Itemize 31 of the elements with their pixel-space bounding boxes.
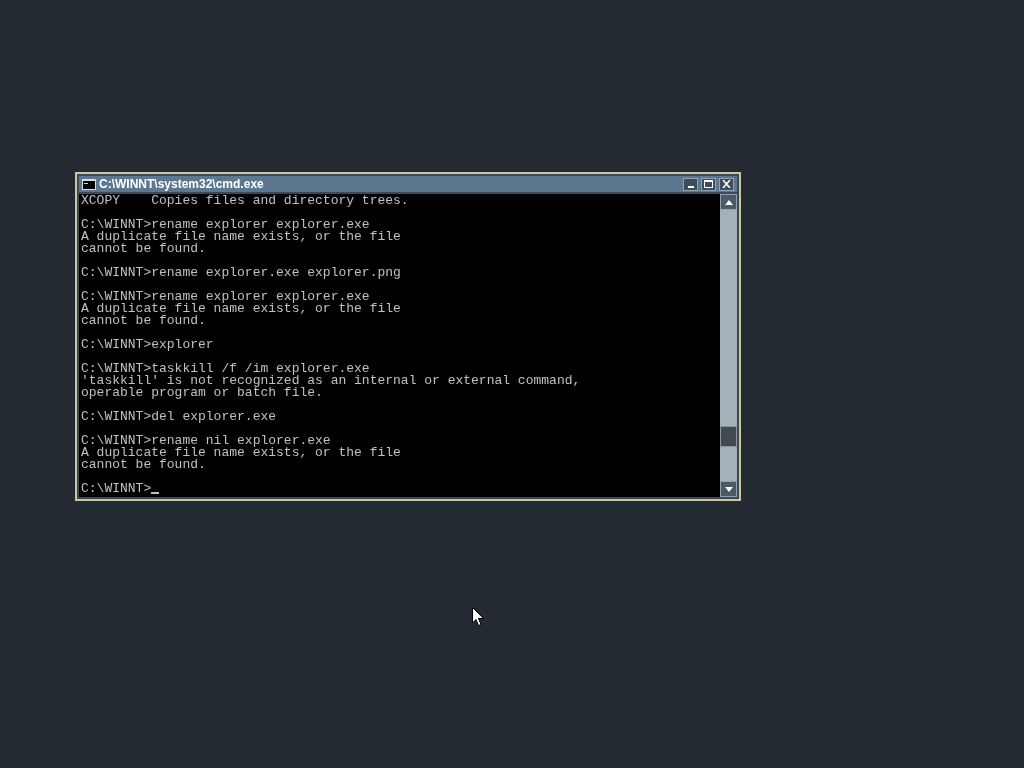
close-icon [722,180,731,188]
console-line: A duplicate file name exists, or the file [81,447,402,459]
minimize-button[interactable] [683,177,698,191]
console-prompt: C:\WINNT> [81,483,152,495]
console-line: cannot be found. [81,315,207,327]
scroll-down-button[interactable] [720,481,737,497]
console-line: A duplicate file name exists, or the file [81,231,402,243]
console-line: C:\WINNT>explorer [81,339,215,351]
mouse-pointer-icon [472,607,484,627]
text-cursor-icon [151,492,160,494]
console-line: XCOPY Copies files and directory trees. [81,195,410,207]
console-line: C:\WINNT>taskkill /f /im explorer.exe [81,363,370,375]
scroll-up-button[interactable] [720,194,737,210]
console-line: C:\WINNT>rename nil explorer.exe [81,435,332,447]
console-line: C:\WINNT>rename explorer.exe explorer.png [81,267,402,279]
console-line: C:\WINNT>rename explorer explorer.exe [81,219,370,231]
scroll-thumb[interactable] [720,426,737,447]
scrollbar[interactable] [720,194,737,497]
maximize-button[interactable] [701,177,716,191]
console-app-icon [82,178,96,190]
close-button[interactable] [719,177,734,191]
down-arrow-icon [724,486,733,492]
console-line: C:\WINNT>rename explorer explorer.exe [81,291,370,303]
window-title: C:\WINNT\system32\cmd.exe [99,177,265,191]
console-line: operable program or batch file. [81,387,324,399]
console-line: cannot be found. [81,459,207,471]
console-line: cannot be found. [81,243,207,255]
up-arrow-icon [724,199,733,205]
console-line: A duplicate file name exists, or the file [81,303,402,315]
console-line: 'taskkill' is not recognized as an internal or external command, [81,375,582,387]
console-line: C:\WINNT>del explorer.exe [81,411,278,423]
